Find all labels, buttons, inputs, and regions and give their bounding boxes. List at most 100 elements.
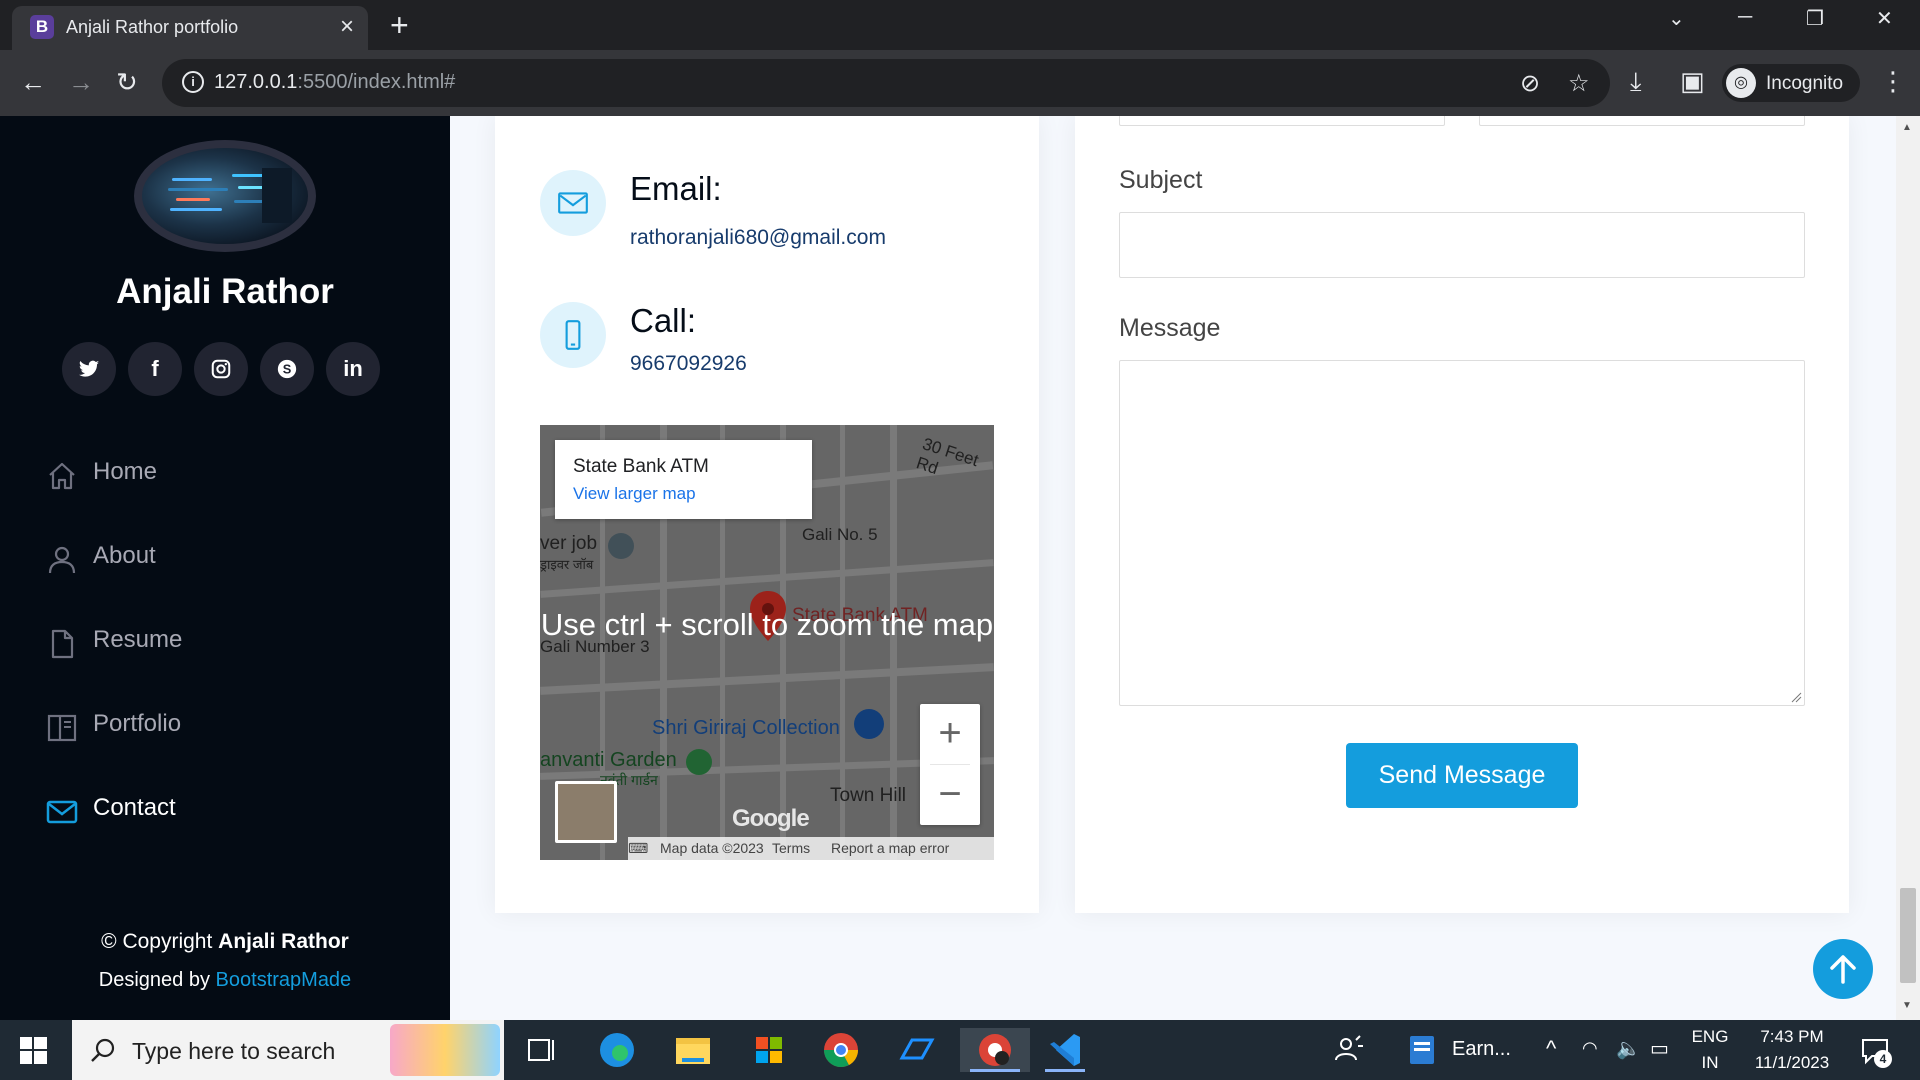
envelope-icon bbox=[558, 192, 588, 214]
incognito-icon: ◎ bbox=[1726, 68, 1756, 98]
google-map[interactable]: 30 Feet Rd Gali No. 5 ver job ड्राइवर जॉ… bbox=[540, 425, 994, 860]
address-value-partial bbox=[630, 116, 850, 124]
browser-tab-bar: B Anjali Rathor portfolio × + ⌄ ─ ❐ ✕ bbox=[0, 0, 1920, 50]
document-app-icon bbox=[1410, 1036, 1434, 1064]
email-value: rathoranjali680@gmail.com bbox=[630, 226, 886, 249]
book-icon bbox=[47, 714, 77, 742]
language-indicator[interactable]: ENG IN bbox=[1690, 1027, 1730, 1073]
tab-close-icon[interactable]: × bbox=[340, 13, 354, 41]
microsoft-store-icon[interactable] bbox=[744, 1028, 794, 1072]
satellite-toggle[interactable] bbox=[555, 781, 617, 843]
restore-button[interactable]: ❐ bbox=[1806, 6, 1824, 31]
skype-icon[interactable]: S bbox=[260, 342, 314, 396]
menu-icon[interactable]: ⋮ bbox=[1880, 66, 1906, 97]
message-label: Message bbox=[1119, 314, 1221, 342]
scrollbar-thumb[interactable] bbox=[1900, 888, 1916, 983]
pinned-app-earn[interactable]: Earn... bbox=[1406, 1028, 1516, 1072]
name-field[interactable] bbox=[1119, 116, 1445, 126]
volume-icon[interactable]: 🔈 bbox=[1616, 1036, 1641, 1061]
view-larger-map-link[interactable]: View larger map bbox=[573, 484, 696, 504]
clock[interactable]: 7:43 PM 11/1/2023 bbox=[1742, 1027, 1842, 1073]
nav-label-about: About bbox=[93, 542, 156, 569]
email-field[interactable] bbox=[1479, 116, 1805, 126]
instagram-icon[interactable] bbox=[194, 342, 248, 396]
facebook-icon[interactable]: f bbox=[128, 342, 182, 396]
notification-center-icon[interactable]: 4 bbox=[1860, 1036, 1892, 1068]
report-map-error-link[interactable]: Report a map error bbox=[831, 840, 949, 856]
map-zoom-controls: + − bbox=[920, 704, 980, 825]
pinned-app-icon[interactable] bbox=[892, 1028, 942, 1072]
message-field[interactable] bbox=[1119, 360, 1805, 706]
nav-home[interactable]: Home bbox=[46, 452, 406, 498]
zoom-out-button[interactable]: − bbox=[920, 765, 980, 825]
subject-label: Subject bbox=[1119, 166, 1203, 194]
back-button[interactable]: ← bbox=[20, 68, 46, 96]
svg-text:S: S bbox=[283, 362, 292, 377]
site-info-icon[interactable]: i bbox=[182, 71, 204, 93]
search-icon bbox=[91, 1038, 115, 1062]
nav-contact[interactable]: Contact bbox=[46, 788, 406, 834]
subject-field[interactable] bbox=[1119, 212, 1805, 278]
incognito-indicator[interactable]: ◎ Incognito bbox=[1722, 64, 1860, 102]
map-footer: ⌨ Map data ©2023 Terms Report a map erro… bbox=[628, 837, 994, 860]
eye-off-icon[interactable]: ⊘ bbox=[1520, 69, 1540, 98]
download-icon[interactable]: ⤓ bbox=[1630, 66, 1642, 98]
sidebar: Anjali Rathor f S in Home About Resume P… bbox=[0, 116, 450, 1020]
forward-button[interactable]: → bbox=[68, 68, 94, 96]
search-placeholder: Type here to search bbox=[132, 1038, 336, 1064]
google-logo: Google bbox=[732, 805, 810, 832]
search-highlight-image[interactable] bbox=[390, 1024, 500, 1076]
map-place-title: State Bank ATM bbox=[573, 456, 709, 477]
person-icon bbox=[48, 546, 76, 574]
windows-start-icon[interactable] bbox=[20, 1037, 47, 1064]
url-text[interactable]: 127.0.0.1:5500/index.html# bbox=[214, 71, 455, 94]
nav-resume[interactable]: Resume bbox=[46, 620, 406, 666]
taskbar-search[interactable]: Type here to search bbox=[72, 1020, 504, 1080]
tab-title: Anjali Rathor portfolio bbox=[66, 17, 239, 37]
nav-about[interactable]: About bbox=[46, 536, 406, 582]
edge-icon[interactable] bbox=[592, 1028, 642, 1072]
address-bar[interactable]: i 127.0.0.1:5500/index.html# ⊘ ☆ bbox=[162, 59, 1610, 107]
file-explorer-icon[interactable] bbox=[668, 1028, 718, 1072]
send-message-button[interactable]: Send Message bbox=[1346, 743, 1578, 808]
reload-button[interactable]: ↻ bbox=[116, 68, 138, 96]
wifi-icon[interactable]: ◠ bbox=[1582, 1038, 1598, 1059]
chrome-incognito-icon[interactable] bbox=[960, 1028, 1030, 1072]
back-to-top-button[interactable] bbox=[1813, 939, 1873, 999]
envelope-icon bbox=[46, 800, 78, 824]
zoom-in-button[interactable]: + bbox=[920, 704, 980, 764]
call-title: Call: bbox=[630, 302, 697, 339]
vscode-icon[interactable] bbox=[1040, 1028, 1090, 1072]
nav-portfolio[interactable]: Portfolio bbox=[46, 704, 406, 750]
tab-favicon: B bbox=[30, 15, 54, 39]
copyright-text: © Copyright Anjali Rathor bbox=[101, 930, 349, 953]
phone-icon bbox=[565, 320, 581, 350]
terms-link[interactable]: Terms bbox=[772, 840, 810, 856]
keyboard-shortcuts-icon[interactable]: ⌨ bbox=[628, 840, 648, 857]
bootstrapmade-link[interactable]: BootstrapMade bbox=[216, 969, 352, 991]
side-panel-icon[interactable]: ▣ bbox=[1680, 66, 1705, 97]
twitter-icon[interactable] bbox=[62, 342, 116, 396]
incognito-label: Incognito bbox=[1766, 73, 1844, 94]
star-icon[interactable]: ☆ bbox=[1568, 69, 1590, 98]
linkedin-icon[interactable]: in bbox=[326, 342, 380, 396]
pinned-app-label: Earn... bbox=[1452, 1038, 1511, 1060]
home-icon bbox=[49, 462, 75, 490]
profile-name: Anjali Rathor bbox=[116, 272, 334, 311]
battery-icon[interactable]: ▭ bbox=[1650, 1036, 1669, 1061]
browser-tab[interactable]: B Anjali Rathor portfolio × bbox=[12, 6, 368, 50]
new-tab-button[interactable]: + bbox=[390, 8, 409, 42]
nav-label-resume: Resume bbox=[93, 626, 183, 653]
close-window-button[interactable]: ✕ bbox=[1876, 6, 1893, 31]
people-icon[interactable] bbox=[1330, 1028, 1380, 1072]
show-hidden-icons[interactable]: ^ bbox=[1546, 1036, 1556, 1062]
task-view-icon[interactable] bbox=[516, 1028, 566, 1072]
resize-handle-icon[interactable] bbox=[1790, 691, 1802, 703]
page-viewport: Anjali Rathor f S in Home About Resume P… bbox=[0, 116, 1920, 1020]
phone-icon-circle bbox=[540, 302, 606, 368]
tab-search-icon[interactable]: ⌄ bbox=[1668, 6, 1685, 31]
chrome-icon[interactable] bbox=[816, 1028, 866, 1072]
notification-badge: 4 bbox=[1874, 1050, 1892, 1068]
page-scrollbar[interactable]: ▲ ▼ bbox=[1896, 116, 1920, 1020]
minimize-button[interactable]: ─ bbox=[1738, 6, 1752, 29]
